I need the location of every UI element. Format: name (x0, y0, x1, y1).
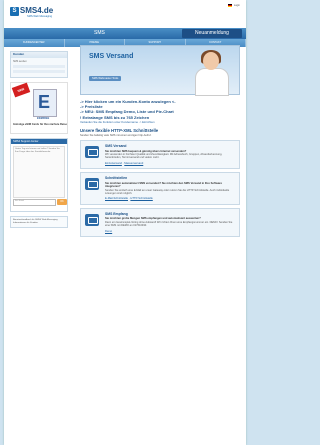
promo-name: ESIMFREE (37, 117, 50, 121)
email-interface-link[interactable]: E-Mail-Schnittstelle (105, 197, 128, 200)
feature-schnittstellen: Schnittstellen Sie möchten automatisiert… (80, 172, 240, 205)
login-username-field[interactable] (13, 65, 65, 69)
esim-promo[interactable]: NEW E ESIMFREE Günstige eSIM Cards für I… (10, 82, 68, 135)
register-button[interactable]: Neuanmeldung (182, 29, 242, 38)
feature-title[interactable]: Schnittstellen (105, 176, 236, 180)
login-password-field[interactable] (13, 70, 65, 74)
language-selector[interactable]: Login (224, 4, 240, 14)
sms-send-icon (85, 146, 99, 159)
manual-note[interactable]: Benutzerhandbuch für SMS4 Web-Messaging.… (10, 216, 68, 228)
support-box: SMS4 Support-Center Guten Tag wie können… (10, 138, 68, 213)
login-link-sms[interactable]: SMS senden (13, 60, 65, 63)
hero-banner: SMS Versand SMS Webmaster Tools (80, 45, 240, 96)
feature-text: Dann ein Gewinnspiel-Voting ohne Aufwand… (105, 220, 233, 228)
login-link[interactable]: Login (234, 4, 240, 7)
demo-link[interactable]: Demo (105, 230, 112, 233)
title-bar: SMS Neuanmeldung (4, 28, 246, 39)
logo-subtitle: SMS-Web Messaging (27, 15, 53, 18)
promo-caption[interactable]: Günstige eSIM Cards für Ihre nächste Rei… (13, 123, 67, 126)
header: S SMS4.de SMS-Web Messaging Login (4, 0, 246, 28)
http-interface-link[interactable]: HTTP-Schnittstelle (130, 197, 152, 200)
logo[interactable]: S SMS4.de SMS-Web Messaging (10, 6, 53, 18)
banner-subtitle[interactable]: SMS Webmaster Tools (89, 76, 122, 82)
section-title: SMS (94, 30, 105, 36)
feature-links: Demo (105, 230, 236, 234)
feature-title[interactable]: SMS Versand (105, 144, 236, 148)
support-email-input[interactable]: Ihre Email (13, 199, 56, 207)
feature-title[interactable]: SMS Empfang (105, 212, 236, 216)
sms-receive-icon (85, 213, 99, 226)
massenversand-link[interactable]: Massenversand (124, 162, 143, 165)
banner-title: SMS Versand (89, 53, 134, 60)
sidebar: Kunden SMS senden NEW E ESIMFREE Günstig… (10, 51, 68, 228)
long-sms-link[interactable]: ! Extralange SMS bis zu 765 Zeichen (80, 115, 240, 120)
flag-icon (228, 4, 233, 7)
feature-links: Einzelversand · Massenversand (105, 161, 144, 165)
new-badge: NEW (11, 82, 31, 98)
feature-sms-empfang: SMS Empfang Sie möchten große Mengen SMS… (80, 207, 240, 238)
interface-intro: Senden Sie beliebig viele SMS mit einem … (80, 133, 152, 137)
main-content: SMS Versand SMS Webmaster Tools -> Hier … (80, 45, 240, 238)
page: S SMS4.de SMS-Web Messaging Login SMS Ne… (4, 0, 246, 445)
setup-hint: Verkaufen Sie die Funktion unter Kundenn… (80, 119, 155, 124)
feature-text: Wir verwenden in höchster Qualität und Z… (105, 153, 223, 160)
login-box: Kunden SMS senden (10, 51, 68, 79)
feature-text: Senden Sie einfach eine E-Mail an unser … (105, 188, 230, 196)
esim-logo-icon: E (33, 89, 57, 118)
support-title: SMS4 Support-Center (11, 139, 67, 145)
promo-links: -> Hier klicken um ein Kunden-Konto anzu… (80, 99, 240, 124)
logo-mark: S (10, 6, 19, 16)
einzelversand-link[interactable]: Einzelversand (105, 162, 122, 165)
nav-item-kundencenter[interactable]: KUNDENCENTER (4, 39, 65, 47)
feature-question: Sie möchten automatisiert SMS versenden?… (105, 181, 222, 189)
person-image (191, 50, 231, 96)
feature-sms-versand: SMS Versand Sie möchten SMS bequem & gün… (80, 140, 240, 170)
feature-links: E-Mail-Schnittstelle · HTTP-Schnittstell… (105, 197, 153, 201)
interface-icon (85, 178, 99, 191)
support-chat: Guten Tag wie können wir helfen? Senden … (13, 146, 65, 199)
support-submit-button[interactable]: OK (57, 199, 67, 206)
